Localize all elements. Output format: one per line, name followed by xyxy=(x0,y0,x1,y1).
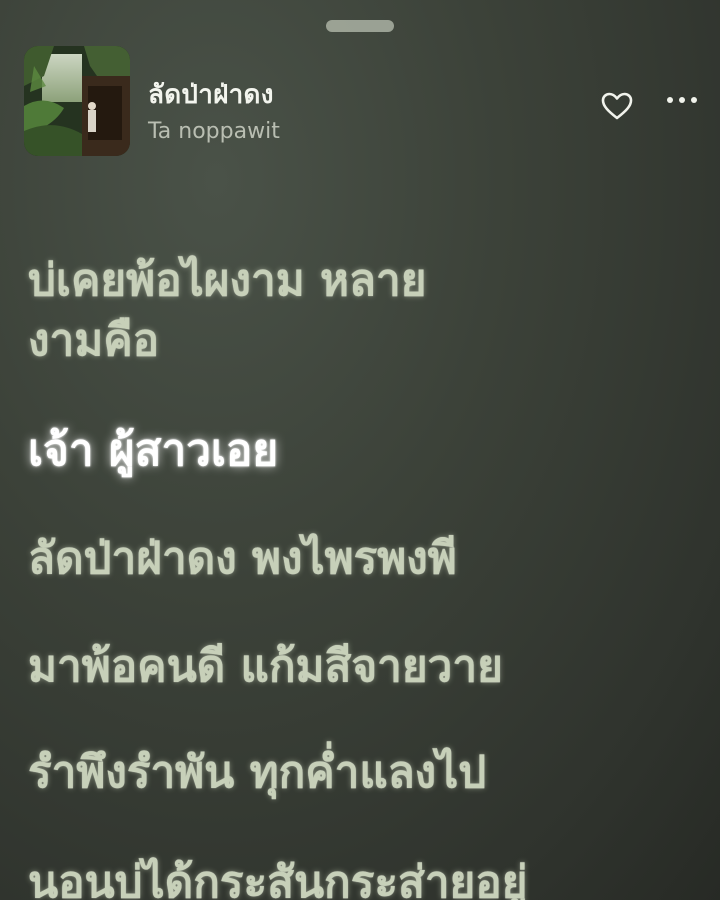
lyric-line[interactable]: ลัดป่าฝ่าดง พงไพรพงพี xyxy=(28,528,457,590)
lyric-line[interactable]: นอนบ่ได้กระสันกระส่ายอยู่ xyxy=(28,852,528,900)
ellipsis-icon xyxy=(667,97,697,103)
album-artwork[interactable] xyxy=(24,46,130,156)
like-button[interactable] xyxy=(600,90,634,122)
track-title[interactable]: ลัดป่าฝ่าดง xyxy=(148,74,274,115)
album-artwork-image xyxy=(24,46,130,156)
sheet-grab-handle[interactable] xyxy=(326,20,394,32)
heart-outline-icon xyxy=(601,92,633,120)
lyric-line[interactable]: มาพ้อคนดี แก้มสีจายวาย xyxy=(28,636,503,698)
lyric-line[interactable]: งามคือ xyxy=(28,310,159,372)
lyric-line[interactable]: บ่เคยพ้อไผงาม หลาย xyxy=(28,250,427,312)
artist-name[interactable]: Ta noppawit xyxy=(148,119,280,144)
now-playing-lyrics-screen: ลัดป่าฝ่าดง Ta noppawit บ่เคยพ้อไผงาม หล… xyxy=(0,0,720,900)
lyric-line[interactable]: รำพึงรำพัน ทุกค่ำแลงไป xyxy=(28,742,486,804)
more-options-button[interactable] xyxy=(662,88,702,112)
lyric-line-current[interactable]: เจ้า ผู้สาวเอย xyxy=(28,420,278,482)
